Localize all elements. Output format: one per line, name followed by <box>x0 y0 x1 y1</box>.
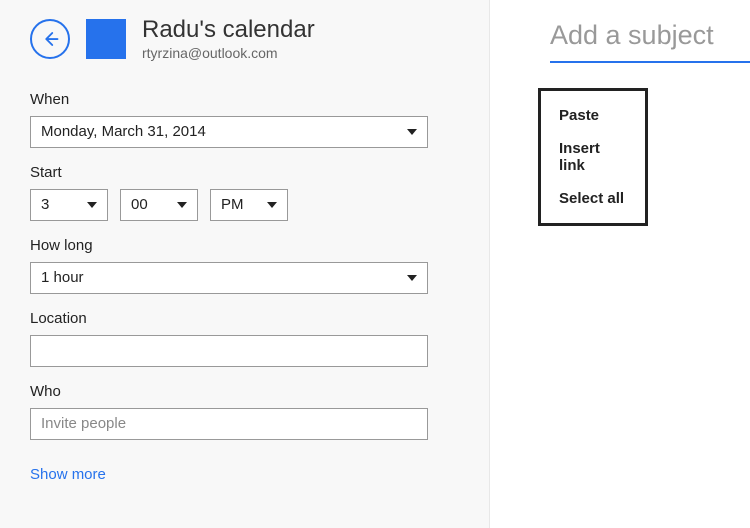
start-minute-wrap <box>120 189 198 221</box>
title-block: Radu's calendar rtyrzina@outlook.com <box>142 15 315 63</box>
start-hour-wrap <box>30 189 108 221</box>
event-body-panel: Add a subject Paste Insert link Select a… <box>490 0 750 528</box>
howlong-wrap <box>30 262 428 294</box>
when-select[interactable] <box>30 116 428 148</box>
when-label: When <box>30 91 457 108</box>
event-form-panel: Radu's calendar rtyrzina@outlook.com Whe… <box>0 0 490 528</box>
context-menu-select-all[interactable]: Select all <box>541 182 645 215</box>
context-menu-paste[interactable]: Paste <box>541 99 645 132</box>
location-input[interactable] <box>30 335 428 367</box>
start-minute-select[interactable] <box>120 189 198 221</box>
subject-input[interactable]: Add a subject <box>550 20 750 63</box>
start-row <box>30 189 457 221</box>
field-start: Start <box>30 164 457 221</box>
field-who: Who <box>30 383 457 440</box>
back-arrow-icon <box>41 30 59 48</box>
start-ampm-wrap <box>210 189 288 221</box>
back-button[interactable] <box>30 19 70 59</box>
context-menu-insert-link[interactable]: Insert link <box>541 132 645 182</box>
start-ampm-select[interactable] <box>210 189 288 221</box>
who-input[interactable] <box>30 408 428 440</box>
calendar-title: Radu's calendar <box>142 15 315 45</box>
field-location: Location <box>30 310 457 367</box>
show-more-link[interactable]: Show more <box>30 466 106 483</box>
who-label: Who <box>30 383 457 400</box>
field-howlong: How long <box>30 237 457 294</box>
start-hour-select[interactable] <box>30 189 108 221</box>
context-menu: Paste Insert link Select all <box>538 88 648 226</box>
location-label: Location <box>30 310 457 327</box>
calendar-email: rtyrzina@outlook.com <box>142 45 315 63</box>
header: Radu's calendar rtyrzina@outlook.com <box>30 15 457 63</box>
howlong-label: How long <box>30 237 457 254</box>
howlong-select[interactable] <box>30 262 428 294</box>
start-label: Start <box>30 164 457 181</box>
calendar-color-swatch <box>86 19 126 59</box>
field-when: When <box>30 91 457 148</box>
when-select-wrap <box>30 116 428 148</box>
